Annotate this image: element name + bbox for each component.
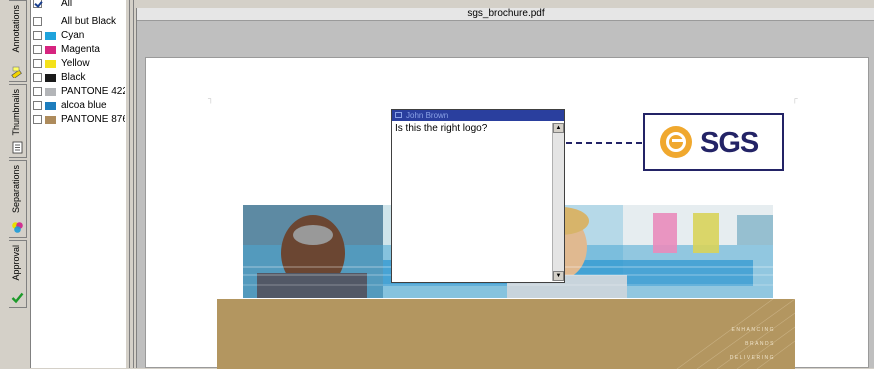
gold-band-text: DELIVERING [729, 355, 775, 361]
document-view[interactable]: ┐ ┌ SGS ENHANCING BRANDS DELIVERING John… [137, 21, 874, 369]
checkmark-icon [11, 292, 24, 304]
separation-swatch [45, 45, 56, 54]
separation-row-pantone-876[interactable]: PANTONE 876 [33, 113, 128, 126]
sgs-logo-icon [660, 126, 692, 158]
separation-checkbox[interactable] [33, 31, 42, 40]
separation-checkbox[interactable] [33, 17, 42, 26]
tab-thumbnails[interactable]: Thumbnails [9, 84, 27, 158]
separation-swatch [45, 31, 56, 40]
panel-splitter[interactable] [125, 0, 134, 368]
document-icon [12, 141, 23, 154]
registration-mark-icon: ┌ [792, 94, 798, 103]
separation-name: PANTONE 876 [61, 114, 128, 125]
separation-checkbox[interactable] [33, 73, 42, 82]
separation-swatch [45, 0, 56, 8]
annotation-text[interactable]: Is this the right logo? [395, 123, 487, 134]
separation-row-yellow[interactable]: Yellow [33, 57, 90, 70]
separations-panel: All All but Black Cyan Magenta Yellow Bl… [31, 0, 128, 368]
separation-swatch [45, 101, 56, 110]
separation-checkbox[interactable] [33, 115, 42, 124]
tab-annotations-label: Annotations [11, 5, 21, 53]
separation-row-alcoa-blue[interactable]: alcoa blue [33, 99, 107, 112]
annotation-note-header[interactable]: John Brown [392, 110, 564, 121]
pdf-page[interactable]: ┐ ┌ SGS ENHANCING BRANDS DELIVERING John… [145, 57, 869, 369]
separation-checkbox[interactable] [33, 45, 42, 54]
scroll-up-icon[interactable]: ▲ [553, 123, 564, 133]
separation-name: Cyan [61, 30, 85, 41]
annotation-author: John Brown [406, 111, 449, 120]
separation-row-all[interactable]: All [33, 0, 72, 10]
separation-checkbox[interactable] [33, 59, 42, 68]
separation-row-all-but-black[interactable]: All but Black [33, 15, 116, 28]
tab-separations-label: Separations [11, 165, 21, 214]
tab-thumbnails-label: Thumbnails [11, 89, 21, 136]
separation-name: All [61, 0, 73, 9]
note-icon [395, 112, 402, 118]
separation-name: Black [61, 72, 86, 83]
separation-swatch [45, 18, 56, 26]
separation-swatch [45, 115, 56, 124]
side-tab-strip: Annotations Thumbnails Separations Appro… [0, 0, 31, 368]
separation-name: alcoa blue [61, 100, 107, 111]
annotation-leader-line [556, 142, 642, 144]
brochure-gold-band: ENHANCING BRANDS DELIVERING [217, 299, 795, 369]
cmyk-circles-icon [12, 222, 23, 233]
annotation-note-popup[interactable]: John Brown Is this the right logo? ▲ ▼ [391, 109, 565, 283]
separation-name: Yellow [61, 58, 90, 69]
pencil-icon [11, 66, 22, 78]
document-title: sgs_brochure.pdf [137, 8, 874, 21]
scroll-down-icon[interactable]: ▼ [553, 271, 564, 281]
separation-swatch [45, 87, 56, 96]
gold-band-text: BRANDS [745, 341, 775, 347]
sgs-logo-text: SGS [700, 127, 759, 159]
separation-checkbox[interactable] [33, 87, 42, 96]
separation-swatch [45, 73, 56, 82]
separation-name: Magenta [61, 44, 100, 55]
separation-name: All but Black [61, 16, 117, 27]
separation-name: PANTONE 422 [61, 86, 128, 97]
separation-row-magenta[interactable]: Magenta [33, 43, 100, 56]
tab-approval[interactable]: Approval [9, 240, 27, 308]
tab-separations[interactable]: Separations [9, 160, 27, 238]
document-window: sgs_brochure.pdf ┐ ┌ SGS ENHANCING BRAND… [136, 8, 874, 369]
sgs-logo: SGS [643, 113, 784, 171]
separation-swatch [45, 59, 56, 68]
gold-band-text: ENHANCING [731, 327, 775, 333]
separation-row-black[interactable]: Black [33, 71, 85, 84]
annotation-scrollbar[interactable]: ▲ ▼ [552, 123, 564, 281]
tab-approval-label: Approval [11, 245, 21, 281]
separation-checkbox[interactable] [33, 101, 42, 110]
separation-row-cyan[interactable]: Cyan [33, 29, 84, 42]
tab-annotations[interactable]: Annotations [9, 0, 27, 82]
separation-checkbox[interactable] [33, 0, 42, 8]
registration-mark-icon: ┐ [208, 94, 214, 103]
separation-row-pantone-422[interactable]: PANTONE 422 [33, 85, 128, 98]
